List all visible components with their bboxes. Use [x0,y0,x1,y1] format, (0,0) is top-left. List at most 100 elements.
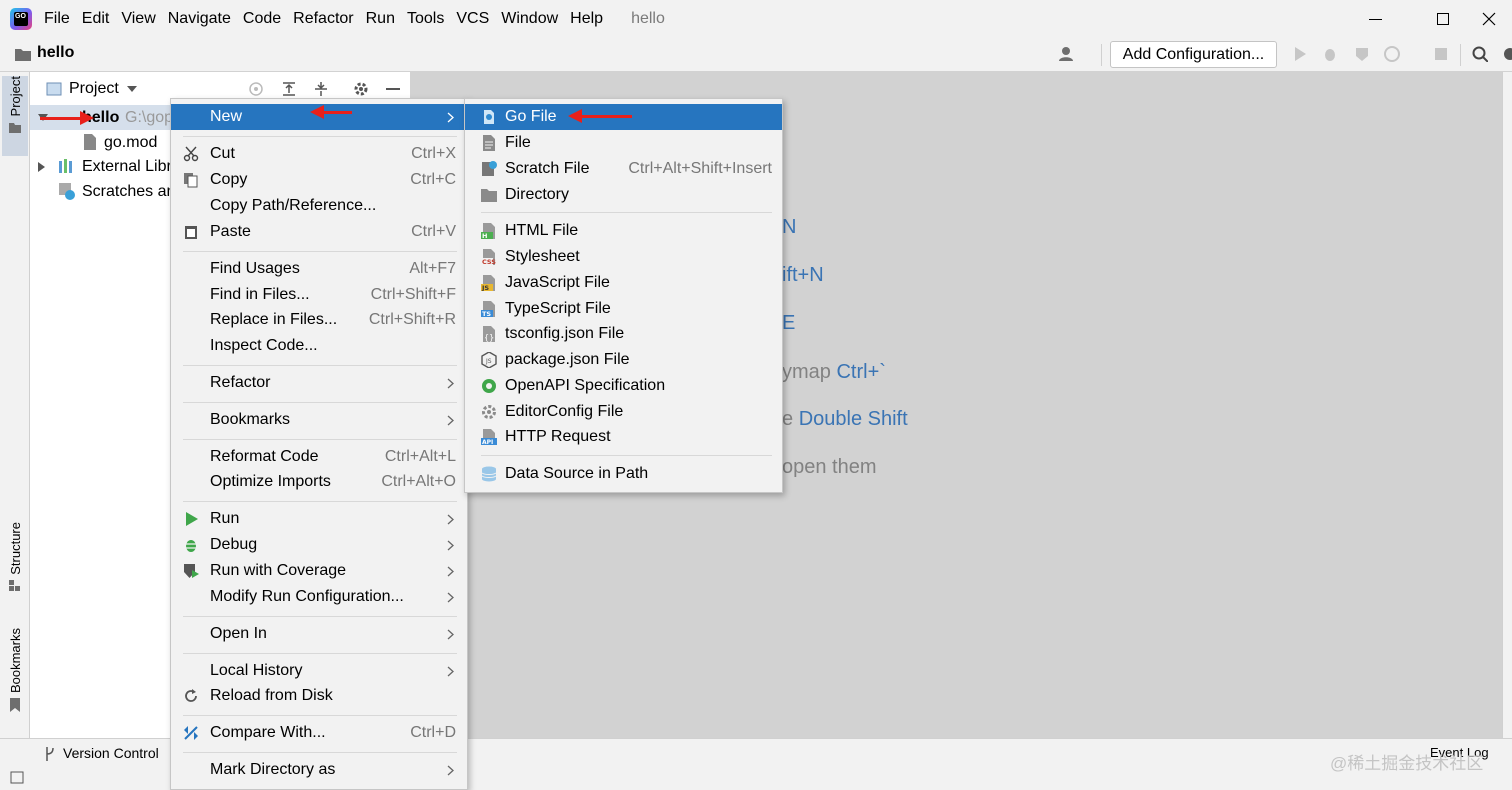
context-item-open-in[interactable]: Open In [171,621,467,647]
project-panel-title[interactable]: Project [69,80,119,98]
menu-code[interactable]: Code [239,0,289,38]
tab-project[interactable]: Project [2,76,28,156]
locate-icon[interactable] [248,81,264,97]
new-item-directory[interactable]: Directory [465,182,782,208]
chevron-down-icon[interactable] [126,85,137,93]
css-file-icon: CSS [481,249,496,265]
profile-icon[interactable] [1384,46,1400,62]
context-item-cut[interactable]: Cut Ctrl+X [171,141,467,167]
menu-run[interactable]: Run [362,0,403,38]
new-item-html-file[interactable]: H HTML File [465,218,782,244]
version-control-tab[interactable]: Version Control [63,745,159,761]
chevron-right-icon[interactable] [38,162,45,172]
menu-tools[interactable]: Tools [403,0,452,38]
new-item-typescript-file[interactable]: TS TypeScript File [465,296,782,322]
toolbar-divider [1460,44,1461,66]
context-item-run-with-coverage[interactable]: Run with Coverage [171,558,467,584]
file-icon [84,134,96,150]
hint-line: E [782,312,796,334]
menu-item-label: JavaScript File [505,274,610,291]
context-item-local-history[interactable]: Local History [171,658,467,684]
context-item-inspect-code[interactable]: Inspect Code... [171,333,467,359]
project-view-icon [46,82,62,95]
context-item-modify-run-configuration[interactable]: Modify Run Configuration... [171,584,467,610]
window-title: hello [631,10,665,27]
expand-all-icon[interactable] [281,81,297,97]
left-tool-stripe: Project Structure Bookmarks [0,72,30,738]
context-item-copy[interactable]: Copy Ctrl+C [171,167,467,193]
new-item-scratch-file[interactable]: Scratch File Ctrl+Alt+Shift+Insert [465,156,782,182]
new-item-package-json-file[interactable]: JS package.json File [465,347,782,373]
menu-item-label: Optimize Imports [210,473,331,490]
chevron-right-icon [447,540,454,551]
new-item-tsconfig-json-file[interactable]: {} tsconfig.json File [465,321,782,347]
menu-item-label: Bookmarks [210,411,291,428]
hint-line: ymap Ctrl+` [782,361,886,383]
maximize-button[interactable] [1420,0,1466,38]
menu-navigate[interactable]: Navigate [164,0,239,38]
context-item-find-usages[interactable]: Find Usages Alt+F7 [171,256,467,282]
coverage-icon[interactable] [1354,46,1370,62]
menu-refactor[interactable]: Refactor [289,0,361,38]
context-item-optimize-imports[interactable]: Optimize Imports Ctrl+Alt+O [171,469,467,495]
debug-icon[interactable] [1322,46,1338,62]
stop-icon[interactable] [1433,46,1449,62]
tab-bookmarks[interactable]: Bookmarks [2,628,28,722]
context-item-reformat-code[interactable]: Reformat Code Ctrl+Alt+L [171,444,467,470]
menu-bar: GO File Edit View Navigate Code Refactor Run To… [0,0,1512,38]
folder-icon [15,49,31,61]
menu-vcs[interactable]: VCS [452,0,497,38]
new-item-openapi-specification[interactable]: OpenAPI Specification [465,373,782,399]
new-item-javascript-file[interactable]: JS JavaScript File [465,270,782,296]
new-item-data-source-in-path[interactable]: Data Source in Path [465,461,782,487]
svg-text:H: H [482,232,487,239]
menu-item-label: Compare With... [210,724,326,741]
main-menu: File Edit View Navigate Code Refactor Run Tools… [40,0,611,38]
new-item-http-request[interactable]: API HTTP Request [465,424,782,450]
context-item-mark-directory-as[interactable]: Mark Directory as [171,757,467,783]
context-item-reload-from-disk[interactable]: Reload from Disk [171,683,467,709]
watermark: @稀土掘金技术社区 [1330,754,1484,773]
context-item-copy-path-reference[interactable]: Copy Path/Reference... [171,193,467,219]
add-configuration-button[interactable]: Add Configuration... [1110,41,1277,68]
minimize-button[interactable] [1352,0,1398,38]
play-icon[interactable] [1292,46,1308,62]
scissors-icon [183,146,199,162]
chevron-right-icon [447,112,454,123]
context-item-compare-with[interactable]: Compare With... Ctrl+D [171,720,467,746]
hide-panel-icon[interactable] [386,88,400,90]
menu-item-label: Cut [210,145,235,162]
search-icon[interactable] [1472,46,1488,62]
hint-line: e Double Shift [782,408,908,430]
run-icon [186,512,198,526]
collapse-all-icon[interactable] [313,81,329,97]
svg-text:TS: TS [482,310,491,317]
context-item-replace-in-files[interactable]: Replace in Files... Ctrl+Shift+R [171,307,467,333]
new-item-editorconfig-file[interactable]: EditorConfig File [465,399,782,425]
layout-icon[interactable] [10,771,24,784]
context-item-find-in-files[interactable]: Find in Files... Ctrl+Shift+F [171,282,467,308]
context-item-paste[interactable]: Paste Ctrl+V [171,219,467,245]
context-item-run[interactable]: Run [171,506,467,532]
maximize-icon [1437,13,1449,25]
menu-separator [183,715,457,716]
context-item-refactor[interactable]: Refactor [171,370,467,396]
menu-edit[interactable]: Edit [78,0,118,38]
file-icon [483,135,495,151]
close-button[interactable] [1466,0,1512,38]
context-item-debug[interactable]: Debug [171,532,467,558]
gear-icon[interactable] [353,81,369,97]
new-item-stylesheet[interactable]: CSS Stylesheet [465,244,782,270]
breadcrumb[interactable]: hello [37,44,74,62]
tab-structure[interactable]: Structure [2,522,28,606]
new-item-file[interactable]: File [465,130,782,156]
menu-help[interactable]: Help [566,0,611,38]
menu-window[interactable]: Window [497,0,566,38]
settings-icon[interactable] [1502,46,1512,62]
menu-file[interactable]: File [40,0,78,38]
user-icon[interactable] [1058,45,1074,61]
menu-view[interactable]: View [117,0,163,38]
reload-icon [185,689,197,702]
context-item-bookmarks[interactable]: Bookmarks [171,407,467,433]
menu-item-shortcut: Ctrl+C [410,171,456,188]
